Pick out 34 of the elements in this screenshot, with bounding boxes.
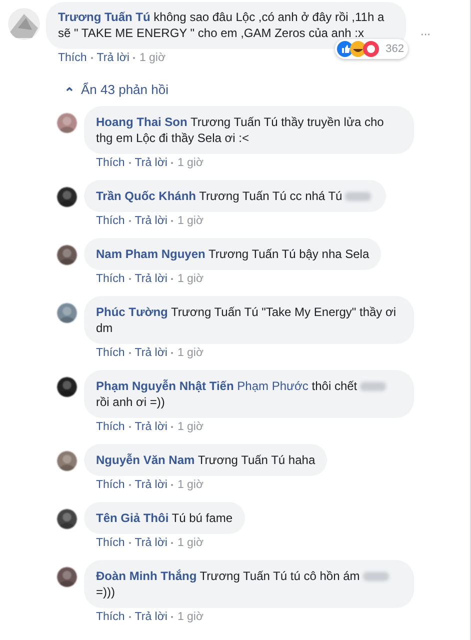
comment-text: Nam Pham Nguyen Trương Tuấn Tú bậy nha Sela bbox=[96, 246, 370, 262]
comment-text: Phúc Tường Trương Tuấn Tú "Take My Energy" thầy ơi dm bbox=[96, 304, 398, 336]
like-link[interactable]: Thích bbox=[96, 215, 125, 227]
like-link[interactable]: Thích bbox=[96, 273, 125, 285]
caret-icon: ⌃ bbox=[64, 85, 75, 100]
reply-link[interactable]: Trả lời bbox=[134, 347, 168, 359]
comment-text: Đoàn Minh Thắng Trương Tuấn Tú tú cô hồn ám =))) bbox=[96, 568, 402, 600]
reply-link[interactable]: Trả lời bbox=[134, 611, 168, 623]
comment-text: Nguyễn Văn Nam Trương Tuấn Tú haha bbox=[96, 452, 316, 468]
reply-link[interactable]: Trả lời bbox=[96, 52, 130, 64]
blurred-text-drawing bbox=[362, 572, 389, 582]
reply-link[interactable]: Trả lời bbox=[134, 479, 168, 491]
reply-link[interactable]: Trả lời bbox=[134, 215, 168, 227]
like-link[interactable]: Thích bbox=[96, 479, 125, 491]
like-link[interactable]: Thích bbox=[96, 611, 125, 623]
comment-text: Trương Tuấn Tú không sao đâu Lộc ,có anh ở đây rồi ,11h a sẽ " TAKE ME ENERGY " cho em ,GAM Zeros của anh :x bbox=[58, 9, 386, 41]
like-link[interactable]: Thích bbox=[96, 157, 125, 169]
like-link[interactable]: Thích bbox=[96, 537, 125, 549]
comment-text: Trần Quốc Khánh Trương Tuấn Tú cc nhá Tú bbox=[96, 188, 374, 204]
like-link[interactable]: Thích bbox=[96, 421, 125, 433]
avatar-icon[interactable] bbox=[8, 8, 40, 40]
hide-replies-button[interactable]: ⌃ Ẩn 43 phản hồi bbox=[64, 82, 168, 97]
reply-link[interactable]: Trả lời bbox=[134, 537, 168, 549]
mention-link[interactable]: Phạm Phước bbox=[237, 379, 308, 393]
comment-text: Hoang Thai Son Trương Tuấn Tú thầy truyền lửa cho thg em Lộc đi thầy Sela ơi :< bbox=[96, 114, 385, 146]
comment-text: Phạm Nguyễn Nhật Tiến Phạm Phước thôi chết rồi anh ơi =)) bbox=[96, 378, 402, 410]
blurred-text-drawing bbox=[345, 192, 372, 202]
blurred-text-drawing bbox=[360, 382, 386, 392]
reply-link[interactable]: Trả lời bbox=[134, 421, 168, 433]
like-link[interactable]: Thích bbox=[58, 52, 87, 64]
reply-link[interactable]: Trả lời bbox=[134, 273, 168, 285]
reply-link[interactable]: Trả lời bbox=[134, 157, 168, 169]
comment-text: Tên Giả Thôi Tú bú fame bbox=[96, 510, 232, 526]
like-link[interactable]: Thích bbox=[96, 347, 125, 359]
